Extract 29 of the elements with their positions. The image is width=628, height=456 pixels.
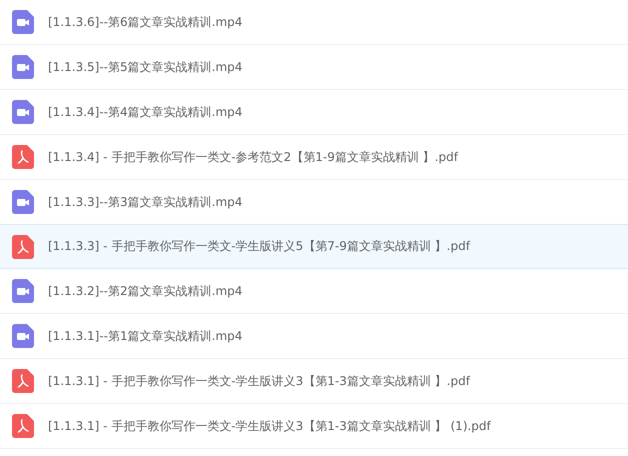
file-row[interactable]: [1.1.3.1] - 手把手教你写作一类文-学生版讲义3【第1-3篇文章实战精训 】 (1).pdf	[0, 404, 628, 449]
video-file-icon	[12, 279, 34, 303]
file-name: [1.1.3.5]--第5篇文章实战精训.mp4	[48, 58, 242, 76]
pdf-file-icon	[12, 414, 34, 438]
file-name: [1.1.3.1]--第1篇文章实战精训.mp4	[48, 328, 242, 344]
file-name: [1.1.3.4] - 手把手教你写作一类文-参考范文2【第1-9篇文章实战精训 】.pdf	[48, 148, 458, 166]
video-file-icon	[12, 10, 34, 34]
file-row[interactable]: [1.1.3.1]--第1篇文章实战精训.mp4	[0, 314, 628, 359]
file-name: [1.1.3.1] - 手把手教你写作一类文-学生版讲义3【第1-3篇文章实战精训 】.pdf	[48, 372, 470, 390]
file-row[interactable]: [1.1.3.4]--第4篇文章实战精训.mp4	[0, 90, 628, 135]
file-name: [1.1.3.6]--第6篇文章实战精训.mp4	[48, 14, 242, 30]
video-file-icon	[12, 324, 34, 348]
file-name: [1.1.3.4]--第4篇文章实战精训.mp4	[48, 104, 242, 120]
file-name: [1.1.3.2]--第2篇文章实战精训.mp4	[48, 282, 242, 300]
file-row[interactable]: [1.1.3.5]--第5篇文章实战精训.mp4	[0, 45, 628, 90]
pdf-file-icon	[12, 234, 34, 258]
pdf-file-icon	[12, 145, 34, 169]
file-name: [1.1.3.3]--第3篇文章实战精训.mp4	[48, 194, 242, 210]
file-row[interactable]: [1.1.3.4] - 手把手教你写作一类文-参考范文2【第1-9篇文章实战精训 】.pdf	[0, 135, 628, 180]
file-name: [1.1.3.1] - 手把手教你写作一类文-学生版讲义3【第1-3篇文章实战精训 】 (1).pdf	[48, 418, 491, 434]
file-row[interactable]: [1.1.3.6]--第6篇文章实战精训.mp4	[0, 0, 628, 45]
file-name: [1.1.3.3] - 手把手教你写作一类文-学生版讲义5【第7-9篇文章实战精训 】.pdf	[48, 238, 470, 255]
video-file-icon	[12, 190, 34, 214]
pdf-file-icon	[12, 369, 34, 393]
file-row[interactable]: [1.1.3.3] - 手把手教你写作一类文-学生版讲义5【第7-9篇文章实战精训 】.pdf	[0, 224, 628, 269]
file-row[interactable]: [1.1.3.2]--第2篇文章实战精训.mp4	[0, 269, 628, 314]
video-file-icon	[12, 100, 34, 124]
file-row[interactable]: [1.1.3.1] - 手把手教你写作一类文-学生版讲义3【第1-3篇文章实战精训 】.pdf	[0, 359, 628, 404]
video-file-icon	[12, 55, 34, 79]
